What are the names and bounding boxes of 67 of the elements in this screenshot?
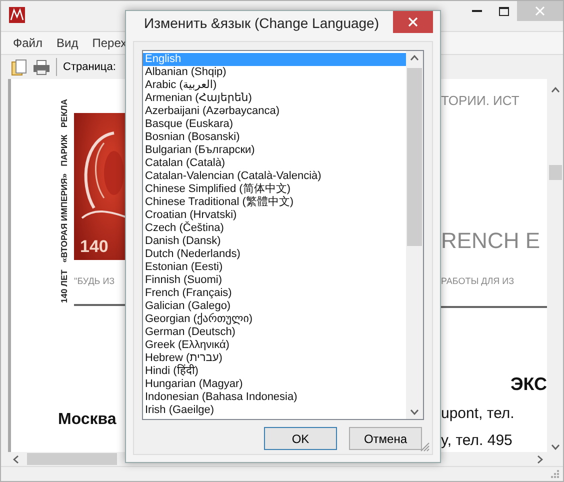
vertical-heading: ПАРИЖ: [59, 134, 69, 166]
close-button[interactable]: [393, 11, 433, 33]
open-file-icon[interactable]: [11, 58, 27, 76]
language-item[interactable]: Georgian (ქართული): [143, 313, 406, 326]
city-heading: Москва: [58, 411, 116, 429]
language-item[interactable]: Chinese Simplified (简体中文): [143, 183, 406, 196]
page-label: Страница:: [63, 61, 116, 73]
language-item[interactable]: Chinese Traditional (繁體中文): [143, 196, 406, 209]
language-item[interactable]: French (Français): [143, 287, 406, 300]
scroll-up-icon[interactable]: [410, 55, 419, 61]
language-item[interactable]: Danish (Dansk): [143, 235, 406, 248]
language-item[interactable]: Czech (Čeština): [143, 222, 406, 235]
document-text: РАБОТЫ ДЛЯ ИЗ: [441, 276, 514, 286]
caption-text: "БУДЬ ИЗ: [74, 276, 116, 286]
vertical-heading: РЕКЛА: [59, 99, 69, 128]
close-icon: [535, 6, 545, 16]
language-item[interactable]: Basque (Euskara): [143, 118, 406, 131]
maximize-icon: [498, 6, 508, 16]
language-item[interactable]: Bosnian (Bosanski): [143, 131, 406, 144]
dialog-title: Изменить &язык (Change Language): [144, 15, 379, 31]
language-item[interactable]: Indonesian (Bahasa Indonesia): [143, 391, 406, 404]
scroll-thumb[interactable]: [549, 165, 562, 180]
resize-grip-icon[interactable]: [551, 470, 559, 478]
menu-item[interactable]: Перех: [92, 36, 127, 50]
close-icon: [408, 17, 418, 27]
language-item[interactable]: Albanian (Shqip): [143, 66, 406, 79]
vertical-heading: 140 ЛЕТ: [59, 270, 69, 303]
dialog-button[interactable]: OK: [264, 427, 337, 450]
language-item[interactable]: Armenian (Հայերեն): [143, 92, 406, 105]
section-heading: ЭКС: [510, 374, 547, 395]
language-item[interactable]: Catalan (Català): [143, 157, 406, 170]
language-item[interactable]: Hebrew (עברית): [143, 352, 406, 365]
language-item[interactable]: Estonian (Eesti): [143, 261, 406, 274]
scroll-thumb[interactable]: [27, 453, 117, 465]
language-item[interactable]: Hungarian (Magyar): [143, 378, 406, 391]
menu-item[interactable]: Файл: [13, 36, 43, 50]
menu-item[interactable]: Вид: [56, 36, 78, 50]
print-icon[interactable]: [33, 60, 50, 74]
language-item[interactable]: German (Deutsch): [143, 326, 406, 339]
scroll-down-icon[interactable]: [410, 409, 419, 415]
language-item[interactable]: Hindi (हिंदी): [143, 365, 406, 378]
scroll-left-icon[interactable]: [13, 454, 19, 464]
app-logo-icon: [9, 7, 25, 23]
document-text: RENCH E: [441, 228, 540, 254]
language-item[interactable]: Bulgarian (Български): [143, 144, 406, 157]
language-item[interactable]: Galician (Galego): [143, 300, 406, 313]
dialog-button[interactable]: Отмена: [349, 427, 422, 450]
language-item[interactable]: Dutch (Nederlands): [143, 248, 406, 261]
scroll-right-icon[interactable]: [537, 454, 543, 464]
document-text: ТОРИИ. ИСТ: [441, 93, 520, 108]
language-item[interactable]: Finnish (Suomi): [143, 274, 406, 287]
vertical-heading: «ВТОРАЯ ИМПЕРИЯ»: [59, 173, 69, 263]
scroll-down-icon[interactable]: [550, 444, 560, 450]
logo-number: 140: [80, 237, 108, 257]
scroll-up-icon[interactable]: [550, 87, 560, 93]
document-text: upont, тел.: [441, 405, 514, 422]
resize-grip-icon[interactable]: [420, 442, 430, 452]
language-item[interactable]: Azerbaijani (Azərbaycanca): [143, 105, 406, 118]
document-text: y, тел. 495: [441, 432, 512, 449]
language-list[interactable]: [142, 50, 424, 420]
language-item[interactable]: Greek (Ελληνικά): [143, 339, 406, 352]
scroll-thumb[interactable]: [407, 68, 422, 246]
language-item[interactable]: Irish (Gaeilge): [143, 404, 406, 417]
language-item[interactable]: Arabic (العربية): [143, 79, 406, 92]
language-item[interactable]: Catalan-Valencian (Català-Valencià): [143, 170, 406, 183]
language-item[interactable]: Croatian (Hrvatski): [143, 209, 406, 222]
minimize-icon: [472, 10, 482, 12]
